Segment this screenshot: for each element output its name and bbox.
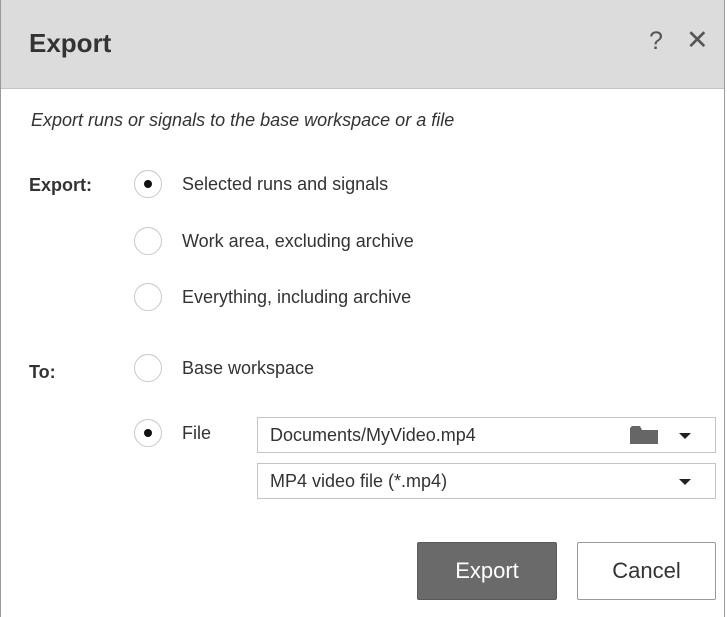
radio-everything[interactable]: [134, 283, 162, 311]
export-button[interactable]: Export: [417, 542, 557, 600]
radio-file[interactable]: [134, 419, 162, 447]
radio-selected-dot: [144, 429, 152, 437]
radio-label-selected-runs[interactable]: Selected runs and signals: [182, 174, 388, 195]
radio-label-file[interactable]: File: [182, 423, 211, 444]
dialog-titlebar: Export ? ✕: [1, 0, 724, 89]
export-section-label: Export:: [29, 175, 92, 195]
radio-label-everything[interactable]: Everything, including archive: [182, 287, 411, 308]
chevron-down-icon[interactable]: [679, 433, 691, 439]
dialog-description: Export runs or signals to the base works…: [31, 110, 455, 130]
chevron-down-icon[interactable]: [679, 479, 691, 485]
file-path-field[interactable]: Documents/MyVideo.mp4: [257, 417, 716, 453]
file-path-value: Documents/MyVideo.mp4: [270, 425, 476, 445]
radio-selected-dot: [144, 180, 152, 188]
file-type-value: MP4 video file (*.mp4): [270, 471, 448, 491]
export-dialog: Export ? ✕ Export runs or signals to the…: [0, 0, 725, 617]
radio-label-base-workspace[interactable]: Base workspace: [182, 358, 314, 379]
folder-icon[interactable]: [630, 426, 658, 444]
radio-work-area[interactable]: [134, 227, 162, 255]
to-section-label: To:: [29, 362, 56, 382]
dialog-title: Export: [29, 28, 112, 58]
radio-base-workspace[interactable]: [134, 354, 162, 382]
close-button[interactable]: ✕: [686, 25, 709, 56]
radio-selected-runs[interactable]: [134, 170, 162, 198]
radio-label-work-area[interactable]: Work area, excluding archive: [182, 231, 414, 252]
file-type-dropdown[interactable]: MP4 video file (*.mp4): [257, 463, 716, 499]
help-button[interactable]: ?: [649, 27, 663, 56]
cancel-button[interactable]: Cancel: [577, 542, 716, 600]
